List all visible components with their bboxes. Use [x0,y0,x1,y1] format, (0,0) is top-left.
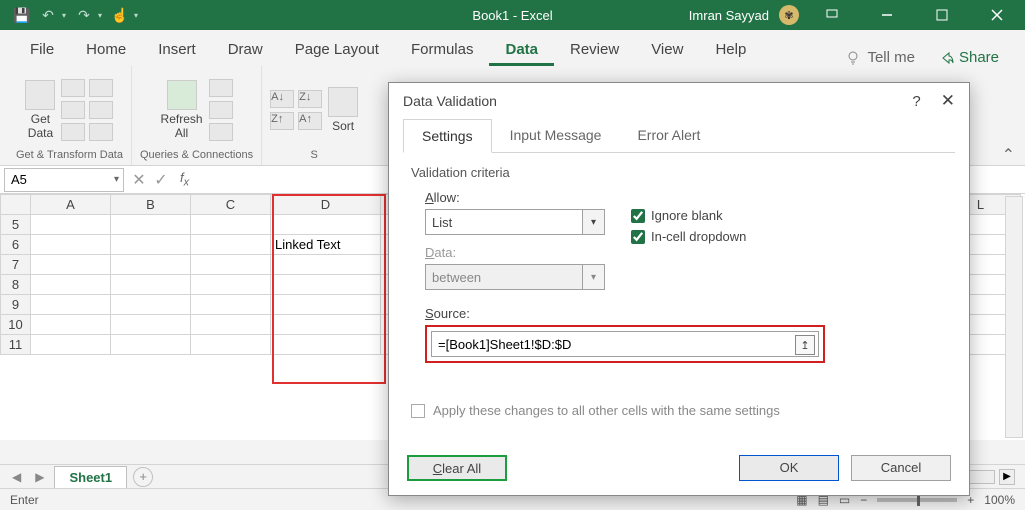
refresh-all-button[interactable]: Refresh All [161,80,203,140]
tell-me[interactable]: Tell me [831,49,929,66]
tab-file[interactable]: File [14,34,70,66]
name-box[interactable]: A5 ▾ [4,168,124,192]
dialog-tab-settings[interactable]: Settings [403,119,492,153]
sheet-nav-next-icon[interactable]: ▶ [31,470,48,484]
sort-button[interactable]: Sort [328,87,358,133]
row-header[interactable]: 5 [1,215,31,235]
sort-az-buttons[interactable]: A↓Z↓Z↑A↑ [270,90,322,130]
dialog-tab-error-alert[interactable]: Error Alert [619,119,718,152]
tab-view[interactable]: View [635,34,699,66]
group-label-queries: Queries & Connections [140,149,253,161]
get-data-icon [25,80,55,110]
dialog-help-icon[interactable]: ? [912,93,920,110]
ok-button[interactable]: OK [739,455,839,481]
zoom-level[interactable]: 100% [984,493,1015,507]
row-header[interactable]: 6 [1,235,31,255]
source-input[interactable] [431,331,819,357]
refresh-icon [167,80,197,110]
chevron-down-icon[interactable]: ▾ [582,210,604,234]
data-combo: between ▾ [425,264,605,290]
cancel-formula-icon[interactable]: ✕ [128,170,150,190]
group-label-get-transform: Get & Transform Data [16,149,123,161]
dialog-tab-input-message[interactable]: Input Message [492,119,620,152]
add-sheet-button[interactable]: + [133,467,153,487]
ignore-blank-checkbox[interactable]: Ignore blank [631,208,746,223]
touch-icon[interactable]: ☝ [112,7,128,23]
column-header[interactable]: A [31,195,111,215]
cancel-button[interactable]: Cancel [851,455,951,481]
chevron-down-icon[interactable]: ▾ [114,174,119,185]
clear-all-button[interactable]: Clear All [407,455,507,481]
apply-all-label: Apply these changes to all other cells w… [433,403,780,418]
source-label: Source: [425,306,947,321]
row-header[interactable]: 8 [1,275,31,295]
data-label: Data: [425,245,601,260]
undo-icon[interactable]: ↶ [40,7,56,23]
validation-criteria-label: Validation criteria [411,165,947,180]
row-header[interactable]: 9 [1,295,31,315]
ribbon-options-icon[interactable] [809,0,854,30]
share-icon [941,51,955,65]
ribbon-tabs: File Home Insert Draw Page Layout Formul… [0,30,1025,66]
vertical-scrollbar[interactable] [1005,196,1023,438]
status-mode: Enter [10,493,39,507]
tab-data[interactable]: Data [489,34,554,66]
row-header[interactable]: 11 [1,335,31,355]
tab-help[interactable]: Help [699,34,762,66]
cell-d6[interactable]: Linked Text [271,235,381,255]
data-validation-dialog: Data Validation ? ✕ Settings Input Messa… [388,82,970,496]
allow-label: Allow: [425,190,601,205]
avatar[interactable]: ✾ [779,5,799,25]
row-header[interactable]: 7 [1,255,31,275]
hscroll-right-icon[interactable]: ▶ [999,469,1015,485]
tab-insert[interactable]: Insert [142,34,212,66]
tab-draw[interactable]: Draw [212,34,279,66]
minimize-button[interactable] [864,0,909,30]
range-picker-icon[interactable]: ↥ [795,335,815,355]
maximize-button[interactable] [919,0,964,30]
document-title: Book1 - Excel [472,8,552,23]
apply-all-checkbox [411,404,425,418]
share-button[interactable]: Share [929,49,1011,66]
quick-access-toolbar: 💾 ↶▾ ↷▾ ☝▾ [0,7,138,23]
incell-dropdown-checkbox[interactable]: In-cell dropdown [631,229,746,244]
user-name[interactable]: Imran Sayyad [689,8,769,23]
chevron-down-icon: ▾ [582,265,604,289]
column-header[interactable]: D [271,195,381,215]
zoom-slider[interactable] [877,498,957,502]
connections-small-buttons[interactable] [209,79,233,141]
sheet-tab[interactable]: Sheet1 [54,466,127,488]
tab-page-layout[interactable]: Page Layout [279,34,395,66]
column-header[interactable]: C [191,195,271,215]
source-highlight: ↥ [425,325,825,363]
dialog-close-icon[interactable]: ✕ [941,91,955,111]
tab-formulas[interactable]: Formulas [395,34,490,66]
allow-combo[interactable]: List ▾ [425,209,605,235]
column-header[interactable]: B [111,195,191,215]
row-header[interactable]: 10 [1,315,31,335]
bulb-icon [845,50,861,66]
titlebar: 💾 ↶▾ ↷▾ ☝▾ Book1 - Excel Imran Sayyad ✾ [0,0,1025,30]
dialog-tabs: Settings Input Message Error Alert [403,119,955,153]
get-data-small-buttons[interactable] [61,79,113,141]
collapse-ribbon-icon[interactable]: ⌃ [992,66,1025,165]
sheet-nav-prev-icon[interactable]: ◀ [8,470,25,484]
close-button[interactable] [974,0,1019,30]
tell-me-label: Tell me [867,49,915,66]
save-icon[interactable]: 💾 [14,7,30,23]
tab-home[interactable]: Home [70,34,142,66]
tab-review[interactable]: Review [554,34,635,66]
redo-icon[interactable]: ↷ [76,7,92,23]
fx-icon[interactable]: fx [172,170,197,189]
get-data-button[interactable]: Get Data [25,80,55,140]
enter-formula-icon[interactable]: ✓ [150,170,172,190]
sort-icon [328,87,358,117]
dialog-title: Data Validation [403,93,497,109]
